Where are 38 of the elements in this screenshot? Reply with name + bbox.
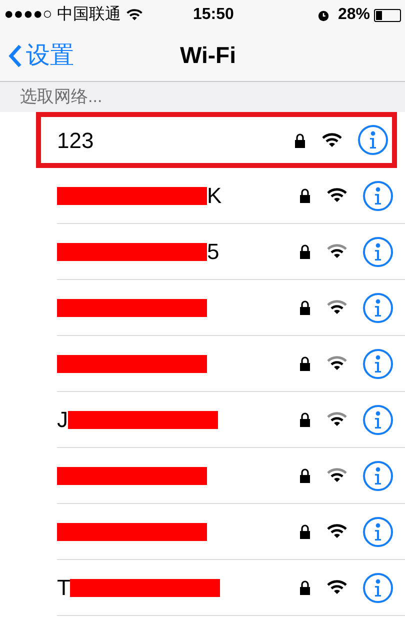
battery-icon [374, 8, 401, 22]
info-icon [374, 186, 382, 204]
info-icon [369, 131, 377, 149]
window-title: Wi-Fi [180, 41, 236, 70]
info-button[interactable] [358, 125, 388, 155]
info-icon [374, 578, 382, 596]
info-button[interactable] [363, 460, 393, 490]
network-row[interactable]: T [57, 560, 405, 616]
network-name: T [57, 574, 70, 602]
battery-percent: 28% [338, 5, 370, 25]
network-name: 123 [57, 126, 94, 154]
carrier-label: ●●●●○ 中国联通 [4, 4, 122, 25]
network-row[interactable]: 123 [36, 112, 397, 168]
info-icon [374, 242, 382, 260]
info-button[interactable] [363, 572, 393, 602]
info-icon [374, 354, 382, 372]
info-icon [374, 522, 382, 540]
network-row[interactable]: 5 [57, 224, 405, 280]
network-name: K [207, 182, 222, 210]
network-name: 5 [207, 238, 220, 266]
info-button[interactable] [363, 404, 393, 434]
info-button[interactable] [363, 348, 393, 378]
info-icon [374, 298, 382, 316]
section-header: 选取网络... [20, 86, 102, 108]
chevron-left-icon [8, 44, 22, 68]
alarm-icon [316, 8, 330, 22]
back-button[interactable]: 设置 [0, 38, 74, 74]
info-button[interactable] [363, 236, 393, 266]
info-button[interactable] [363, 292, 393, 322]
network-row[interactable]: J [57, 392, 405, 448]
info-button[interactable] [363, 516, 393, 546]
clock: 15:50 [193, 5, 234, 25]
info-icon [374, 410, 382, 428]
info-button[interactable] [363, 180, 393, 210]
network-row[interactable]: K [57, 168, 405, 224]
network-name: J [57, 406, 68, 434]
info-icon [374, 466, 382, 484]
wifi-status-icon [126, 9, 143, 21]
